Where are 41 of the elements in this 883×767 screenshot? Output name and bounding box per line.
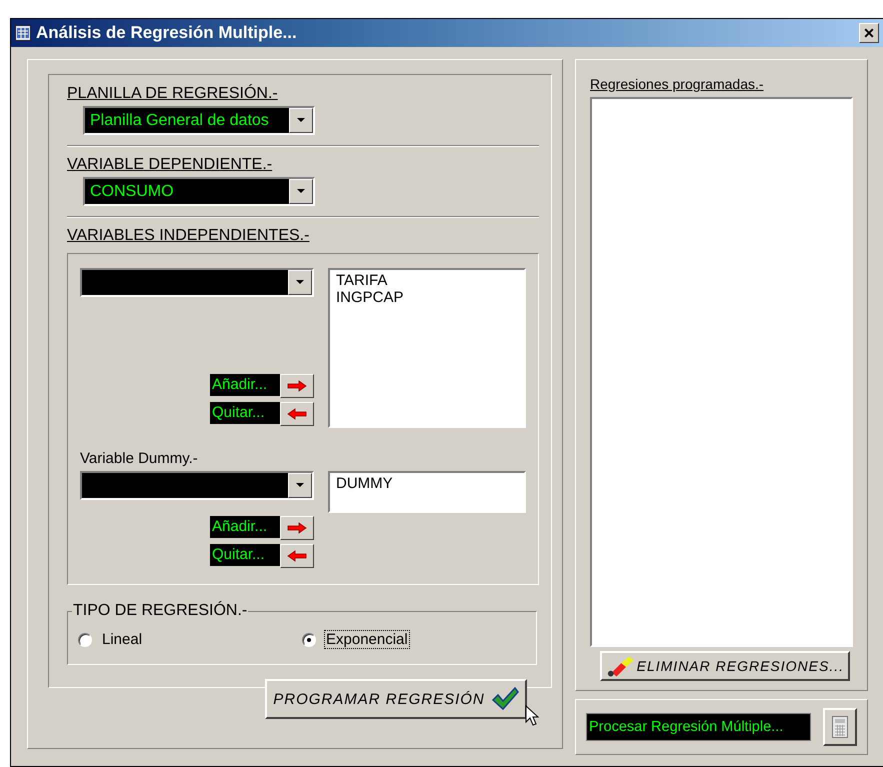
remove-button[interactable] bbox=[280, 402, 314, 426]
add-button[interactable] bbox=[280, 374, 314, 398]
remove-button[interactable] bbox=[280, 544, 314, 568]
add-label: Añadir... bbox=[210, 516, 280, 538]
arrow-left-icon bbox=[287, 408, 307, 420]
remove-label: Quitar... bbox=[210, 402, 280, 424]
add-button[interactable] bbox=[280, 516, 314, 540]
delete-regressions-button[interactable]: ELIMINAR REGRESIONES... bbox=[600, 651, 850, 681]
section-label: PLANILLA DE REGRESIÓN.- bbox=[67, 85, 279, 103]
dummy-variable-label: Variable Dummy.- bbox=[80, 450, 199, 467]
close-button[interactable]: × bbox=[859, 23, 879, 43]
section-label: VARIABLES INDEPENDIENTES.- bbox=[67, 227, 310, 245]
schedule-regression-button[interactable]: PROGRAMAR REGRESIÓN bbox=[265, 679, 527, 719]
dropdown-arrow-icon bbox=[296, 280, 304, 285]
list-item[interactable]: TARIFA bbox=[336, 272, 518, 289]
dropdown-arrow-icon bbox=[297, 189, 305, 194]
arrow-left-icon bbox=[287, 550, 307, 562]
arrow-right-icon bbox=[287, 522, 307, 534]
dependent-variable-dropdown[interactable]: CONSUMO bbox=[83, 177, 315, 206]
section-label: VARIABLE DEPENDIENTE.- bbox=[67, 156, 274, 174]
dummy-variable-dropdown[interactable] bbox=[80, 471, 314, 500]
list-item[interactable]: DUMMY bbox=[336, 475, 518, 492]
window-app-icon bbox=[15, 25, 31, 41]
process-button[interactable] bbox=[822, 708, 857, 746]
spreadsheet-dropdown[interactable]: Planilla General de datos bbox=[83, 106, 315, 135]
eraser-icon bbox=[606, 655, 635, 677]
radio-option[interactable]: Exponencial bbox=[302, 630, 526, 649]
dropdown-arrow-icon bbox=[296, 483, 304, 488]
radio-option[interactable]: Lineal bbox=[78, 630, 302, 649]
window-title: Análisis de Regresión Multiple... bbox=[36, 23, 298, 43]
calculator-icon bbox=[832, 716, 848, 738]
add-label: Añadir... bbox=[210, 374, 280, 396]
list-item[interactable]: INGPCAP bbox=[336, 289, 518, 306]
mouse-pointer-icon bbox=[525, 705, 539, 727]
arrow-right-icon bbox=[287, 380, 307, 392]
dropdown-arrow-icon bbox=[297, 118, 305, 123]
scheduled-regressions-label: Regresiones programadas.- bbox=[590, 76, 765, 92]
checkmark-icon bbox=[490, 687, 519, 711]
process-regression-label: Procesar Regresión Múltiple... bbox=[586, 713, 811, 741]
independent-variable-dropdown[interactable] bbox=[80, 268, 314, 297]
remove-label: Quitar... bbox=[210, 544, 280, 566]
